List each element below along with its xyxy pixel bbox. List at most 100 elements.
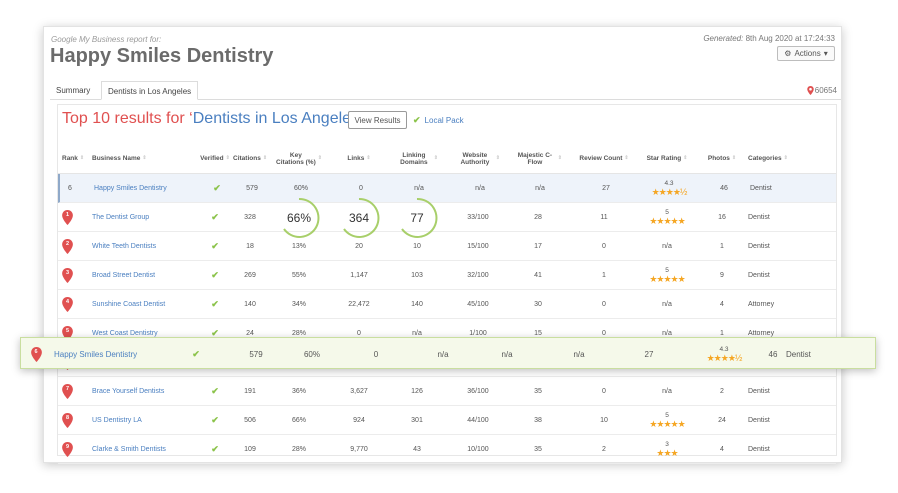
cell-authority: 15/100 [456, 232, 500, 261]
business-name-link[interactable]: US Dentistry LA [92, 417, 142, 424]
table-row-current-business[interactable]: 6 Happy Smiles Dentistry ✔ 579 60% 0 n/a n/a n/a… [58, 174, 836, 203]
links-value: 0 [357, 330, 361, 337]
column-header-cflow[interactable]: Majestic C-Flow ⇕ [514, 145, 562, 173]
highlighted-business-row[interactable]: 6 Happy Smiles Dentistry ✔ 579 60% 0 n/a n/a n/a… [20, 337, 876, 369]
links-value: 0 [359, 185, 363, 192]
authority-value: 1/100 [469, 330, 487, 337]
cell-name[interactable]: Happy Smiles Dentistry [94, 174, 204, 203]
column-header-photos[interactable]: Photos ⇕ [706, 145, 738, 173]
column-header-verified[interactable]: Verified ⇕ [198, 145, 232, 173]
generated-label: Generated: [703, 34, 744, 43]
generated-info: Generated: 8th Aug 2020 at 17:24:33 [703, 34, 835, 43]
cell-name[interactable]: Sunshine Coast Dentist [92, 290, 202, 319]
table-row[interactable]: 3 Broad Street Dentist ✔ 269 55% 1,147 103 32/1… [58, 261, 836, 290]
star-rating-icon: ★★★★½ [706, 352, 743, 363]
cell-category: Dentist [748, 406, 788, 435]
column-header-label: Business Name [92, 155, 141, 163]
table-row[interactable]: 2 White Teeth Dentists ✔ 18 13% 20 10 15/100 17 0… [58, 232, 836, 261]
key-value: 13% [291, 243, 306, 250]
cell-rating: 3 ★★★ [640, 435, 694, 464]
key-value: 60% [293, 185, 308, 192]
business-name-link[interactable]: Happy Smiles Dentistry [94, 185, 167, 192]
actions-label: Actions [794, 49, 821, 58]
table-row[interactable]: 7 Brace Yourself Dentists ✔ 191 36% 3,627 126 3… [58, 377, 836, 406]
cell-name[interactable]: The Dentist Group [92, 203, 202, 232]
cell-reviews: 11 [578, 203, 630, 232]
column-header-rank[interactable]: Rank ⇕ [62, 145, 84, 173]
authority-value: 10/100 [467, 446, 489, 453]
actions-button[interactable]: ⚙ Actions ▾ [777, 46, 835, 61]
overlay-cell-cflow: n/a [559, 338, 599, 370]
business-name-link[interactable]: West Coast Dentistry [92, 330, 158, 337]
authority-value: n/a [475, 185, 485, 192]
column-header-category[interactable]: Categories ⇕ [748, 145, 788, 173]
cell-cflow: 41 [514, 261, 562, 290]
business-name-link[interactable]: Happy Smiles Dentistry [54, 350, 137, 359]
overlay-cell-authority: n/a [487, 338, 527, 370]
cell-authority: 33/100 [456, 203, 500, 232]
column-header-citations[interactable]: Citations ⇕ [233, 145, 267, 173]
links-value: 3,627 [350, 388, 368, 395]
business-name-link[interactable]: Brace Yourself Dentists [92, 388, 164, 395]
business-name-link[interactable]: Broad Street Dentist [92, 272, 155, 279]
overlay-cell-name[interactable]: Happy Smiles Dentistry [54, 338, 174, 370]
cell-name[interactable]: Brace Yourself Dentists [92, 377, 202, 406]
cell-cflow: 35 [514, 377, 562, 406]
tab-dentists-los-angeles[interactable]: Dentists in Los Angeles [101, 81, 199, 100]
cell-category: Dentist [748, 232, 788, 261]
domains-value: n/a [437, 349, 449, 359]
cell-name[interactable]: Broad Street Dentist [92, 261, 202, 290]
column-header-name[interactable]: Business Name ⇕ [92, 145, 202, 173]
cell-key: 66% [276, 406, 322, 435]
domains-value: n/a [414, 185, 424, 192]
citations-value: 579 [246, 185, 258, 192]
cell-photos: 4 [706, 435, 738, 464]
table-row[interactable]: 1 The Dentist Group ✔ 328 66% 364 77 33/100 28 11… [58, 197, 836, 238]
rank-value: 9 [65, 444, 70, 450]
column-header-domains[interactable]: Linking Domains ⇕ [396, 145, 438, 173]
column-header-authority[interactable]: Website Authority ⇕ [456, 145, 500, 173]
cell-name[interactable]: White Teeth Dentists [92, 232, 202, 261]
rating-value: n/a [662, 243, 672, 250]
domains-value: 43 [413, 446, 421, 453]
cell-authority: 10/100 [456, 435, 500, 464]
cell-reviews: 2 [578, 435, 630, 464]
citations-value: 24 [246, 330, 254, 337]
rating-value: n/a [662, 388, 672, 395]
business-name-link[interactable]: Sunshine Coast Dentist [92, 301, 165, 308]
cell-name[interactable]: US Dentistry LA [92, 406, 202, 435]
business-name-link[interactable]: White Teeth Dentists [92, 243, 156, 250]
view-results-button[interactable]: View Results [348, 111, 407, 129]
cell-domains: 301 [396, 406, 438, 435]
cell-cflow: n/a [516, 174, 564, 203]
rank-pin-icon: 7 [62, 384, 73, 399]
column-header-label: Star Rating [646, 155, 682, 163]
table-row[interactable]: 4 Sunshine Coast Dentist ✔ 140 34% 22,472 140 4… [58, 290, 836, 319]
rank-pin-icon: 2 [62, 239, 73, 254]
photos-value: 1 [720, 243, 724, 250]
cell-links: 924 [338, 406, 380, 435]
column-header-reviews[interactable]: Review Count ⇕ [578, 145, 630, 173]
column-header-links[interactable]: Links ⇕ [338, 145, 380, 173]
category-value: Dentist [750, 185, 772, 192]
rank-pin-icon: 3 [62, 268, 73, 283]
cell-name[interactable]: Clarke & Smith Dentists [92, 435, 202, 464]
key-value: 28% [291, 330, 306, 337]
gear-icon: ⚙ [784, 49, 792, 58]
category-value: Dentist [748, 243, 770, 250]
rank-pin-icon: 4 [62, 297, 73, 312]
tab-summary[interactable]: Summary [50, 81, 96, 100]
cell-cflow: 30 [514, 290, 562, 319]
column-header-key[interactable]: Key Citations (%) ⇕ [276, 145, 322, 173]
business-name-link[interactable]: Clarke & Smith Dentists [92, 446, 166, 453]
cell-rating: 5 ★★★★★ [640, 406, 694, 435]
links-value: 9,770 [350, 446, 368, 453]
table-row[interactable]: 8 US Dentistry LA ✔ 506 66% 924 301 44/100 38 10 5… [58, 406, 836, 435]
photos-value: 4 [720, 446, 724, 453]
overlay-cell-category: Dentist [786, 338, 846, 370]
column-header-rating[interactable]: Star Rating ⇕ [640, 145, 694, 173]
business-name-link[interactable]: The Dentist Group [92, 214, 149, 221]
cell-cflow: 28 [514, 203, 562, 232]
table-row[interactable]: 9 Clarke & Smith Dentists ✔ 109 28% 9,770 43 10… [58, 435, 836, 464]
cell-key: 55% [276, 261, 322, 290]
